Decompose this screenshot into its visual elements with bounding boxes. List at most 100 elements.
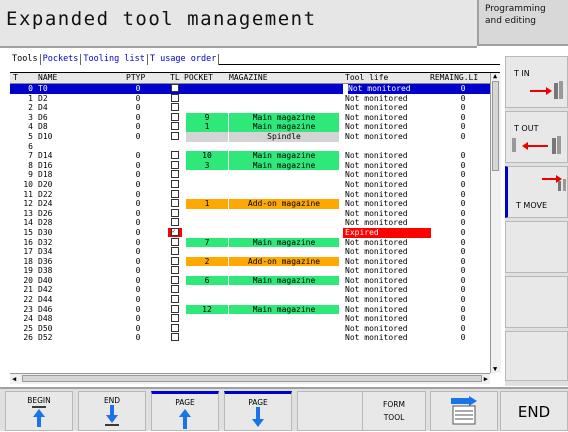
cell-ptyp: 0 (135, 285, 141, 295)
table-row[interactable]: 20 D40 0 6 Main magazine Not monitored 0 (10, 275, 490, 286)
tab-tools[interactable]: Tools (10, 54, 41, 65)
softkey-form-tool[interactable]: FORM TOOL (362, 391, 426, 431)
cell-ptyp: 0 (135, 170, 141, 180)
table-row[interactable]: 4 D8 0 1 Main magazine Not monitored 0 (10, 122, 490, 132)
tl-checkbox[interactable] (171, 208, 179, 217)
table-row[interactable]: 6 (10, 142, 490, 152)
col-header-pocket[interactable]: POCKET (184, 73, 213, 83)
cell-tl (168, 314, 182, 323)
table-row[interactable]: 14 D28 0 Not monitored 0 (10, 218, 490, 228)
tab-pockets[interactable]: Pockets (41, 54, 82, 65)
softkey-end-line[interactable]: END (78, 391, 146, 431)
table-row[interactable]: 17 D34 0 Not monitored 0 (10, 247, 490, 257)
cell-ptyp: 0 (135, 227, 141, 237)
table-row[interactable]: 21 D42 0 Not monitored 0 (10, 285, 490, 295)
col-header-t[interactable]: T (13, 73, 18, 83)
tab-tooling-list[interactable]: Tooling list (81, 54, 148, 65)
cell-tl (168, 208, 182, 218)
softkey-empty-4[interactable] (505, 221, 568, 273)
table-row[interactable]: 23 D46 0 12 Main magazine Not monitored 0 (10, 304, 490, 315)
cell-ptyp: 0 (135, 131, 141, 141)
scroll-right-icon[interactable]: ▶ (484, 375, 488, 383)
tl-checkbox[interactable] (171, 103, 179, 112)
tl-checkbox[interactable] (171, 93, 179, 102)
tl-checkbox[interactable] (171, 122, 179, 131)
softkey-form-view[interactable] (430, 391, 498, 431)
tl-checkbox[interactable] (171, 189, 179, 198)
tl-checkbox[interactable] (171, 237, 179, 246)
table-row[interactable]: 26 D52 0 Not monitored 0 (10, 333, 490, 343)
softkey-page-down[interactable]: PAGE (224, 391, 292, 431)
tab-t-usage-order[interactable]: T usage order (148, 54, 220, 65)
vertical-scroll-thumb[interactable] (492, 81, 499, 171)
horizontal-scrollbar[interactable]: ◀ ▶ (10, 373, 490, 384)
tl-checkbox[interactable] (171, 199, 179, 208)
table-row[interactable]: 24 D48 0 Not monitored 0 (10, 314, 490, 324)
col-header-tool-life[interactable]: Tool life (345, 73, 388, 83)
tl-checkbox[interactable] (171, 112, 179, 121)
tl-checkbox[interactable] (171, 256, 179, 265)
table-row[interactable]: 25 D50 0 Not monitored 0 (10, 323, 490, 334)
softkey-t-move[interactable]: T MOVE (505, 166, 568, 218)
table-row[interactable]: 16 D32 0 7 Main magazine Not monitored 0 (10, 237, 490, 248)
cell-tool-life: Not monitored (345, 237, 408, 247)
tl-checkbox[interactable] (171, 218, 179, 227)
tl-checkbox[interactable] (171, 314, 179, 323)
softkey-page-up[interactable]: PAGE (151, 391, 219, 431)
table-row[interactable]: 9 D18 0 Not monitored 0 (10, 170, 490, 180)
tl-checkbox[interactable] (171, 275, 179, 284)
table-row[interactable]: 1 D2 0 Not monitored 0 (10, 93, 490, 104)
tool-move-icon (542, 175, 566, 191)
table-row[interactable]: 0 T0 0 Not monitored 0 (10, 84, 490, 94)
tl-checkbox[interactable] (171, 333, 179, 342)
cell-tool-life: Not monitored (345, 285, 408, 295)
table-row[interactable]: 18 D36 0 2 Add-on magazine Not monitored 0 (10, 256, 490, 267)
col-header-tl[interactable]: TL (170, 73, 180, 83)
softkey-t-in[interactable]: T IN (505, 56, 568, 108)
tl-checkbox[interactable] (171, 151, 179, 160)
table-row[interactable]: 12 D24 0 1 Add-on magazine Not monitored 0 (10, 199, 490, 209)
table-row[interactable]: 11 D22 0 Not monitored 0 (10, 189, 490, 200)
tl-checkbox[interactable] (171, 247, 179, 256)
tl-checkbox[interactable]: ✓ (171, 227, 179, 236)
table-row[interactable]: 13 D26 0 Not monitored 0 (10, 208, 490, 219)
col-header-ptyp[interactable]: PTYP (126, 73, 145, 83)
cell-tl: ✓ (168, 227, 182, 237)
tl-checkbox[interactable] (171, 84, 179, 92)
table-row[interactable]: 7 D14 0 10 Main magazine Not monitored 0 (10, 151, 490, 161)
softkey-empty-bottom[interactable] (297, 391, 365, 431)
col-header-magazine[interactable]: MAGAZINE (229, 73, 268, 83)
table-row[interactable]: 2 D4 0 Not monitored 0 (10, 103, 490, 113)
horizontal-scroll-thumb[interactable] (22, 375, 482, 382)
softkey-t-out[interactable]: T OUT (505, 111, 568, 163)
tl-checkbox[interactable] (171, 170, 179, 179)
softkey-begin[interactable]: BEGIN (5, 391, 73, 431)
softkey-empty-6[interactable] (505, 331, 568, 381)
col-header-remaining-life[interactable]: REMAING.LI (430, 73, 478, 83)
tl-checkbox[interactable] (171, 285, 179, 294)
table-row[interactable]: 22 D44 0 Not monitored 0 (10, 295, 490, 305)
scroll-up-icon[interactable]: ▲ (493, 72, 497, 80)
table-row[interactable]: 10 D20 0 Not monitored 0 (10, 179, 490, 190)
softkey-empty-5[interactable] (505, 276, 568, 328)
vertical-scrollbar[interactable]: ▲ ▼ (490, 72, 501, 373)
cell-tool-life: Expired (343, 227, 431, 238)
tl-checkbox[interactable] (171, 266, 179, 275)
tl-checkbox[interactable] (171, 304, 179, 313)
table-row[interactable]: 3 D6 0 9 Main magazine Not monitored 0 (10, 112, 490, 123)
tl-checkbox[interactable] (171, 179, 179, 188)
softkey-end[interactable]: END (500, 391, 568, 431)
cell-tool-life: Not monitored (343, 84, 434, 94)
scroll-left-icon[interactable]: ◀ (12, 375, 16, 383)
tl-checkbox[interactable] (171, 323, 179, 332)
cell-pocket (186, 94, 228, 104)
tl-checkbox[interactable] (171, 160, 179, 169)
table-row[interactable]: 19 D38 0 Not monitored 0 (10, 266, 490, 276)
table-row[interactable]: 15 D30 0 ✓ Expired 0 (10, 227, 490, 238)
col-header-name[interactable]: NAME (38, 73, 57, 83)
table-row[interactable]: 5 D10 0 Spindle Not monitored 0 (10, 131, 490, 142)
scroll-down-icon[interactable]: ▼ (493, 365, 497, 373)
table-row[interactable]: 8 D16 0 3 Main magazine Not monitored 0 (10, 160, 490, 171)
tl-checkbox[interactable] (171, 131, 179, 140)
tl-checkbox[interactable] (171, 295, 179, 304)
